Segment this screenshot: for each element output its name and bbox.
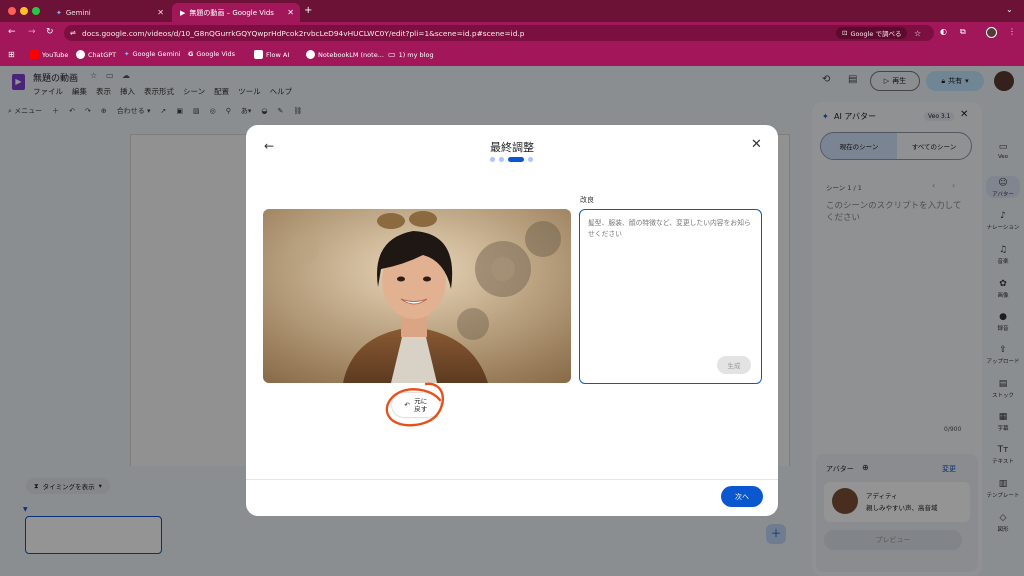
url-text: docs.google.com/videos/d/10_G8nQGurrkGQY… xyxy=(82,28,525,38)
bookmark-label: Flow AI xyxy=(266,50,290,59)
google-g-icon: G xyxy=(188,50,194,58)
bookmark-label: YouTube xyxy=(42,50,69,59)
bookmark-flow-ai[interactable]: Flow AI xyxy=(254,50,289,59)
bookmark-label: Google Gemini xyxy=(132,50,181,58)
dialog-title: 最終調整 xyxy=(490,141,534,154)
close-tab-icon[interactable]: ✕ xyxy=(287,8,294,17)
gemini-icon: ✦ xyxy=(124,50,130,58)
improve-textarea[interactable]: 髪型、服装、顔の特徴など、変更したい内容をお知らせください 生成 xyxy=(579,209,762,384)
bookmark-my-blog[interactable]: ▭ 1) my blog xyxy=(388,50,434,59)
avatar-preview-image xyxy=(263,209,571,383)
close-tab-icon[interactable]: ✕ xyxy=(157,8,164,17)
gemini-icon: ✦ xyxy=(56,8,62,17)
youtube-icon xyxy=(30,50,39,59)
bookmark-label: Google Vids xyxy=(196,50,235,58)
forward-arrow-icon[interactable]: → xyxy=(28,27,36,37)
dialog-divider xyxy=(246,479,778,480)
bookmark-label: 1) my blog xyxy=(398,50,434,59)
lens-icon: ⊡ xyxy=(842,29,848,37)
folder-icon: ▭ xyxy=(388,50,396,59)
google-search-chip[interactable]: ⊡ Google で調べる xyxy=(836,27,908,39)
bookmarks-bar: ⊞ YouTube ChatGPT ✦ Google Gemini G Google… xyxy=(0,44,1024,66)
site-info-icon[interactable]: ⇌ xyxy=(70,29,76,37)
puzzle-icon[interactable]: ⧉ xyxy=(960,27,966,37)
next-button[interactable]: 次へ xyxy=(721,486,763,507)
step-dot xyxy=(490,157,495,162)
tab-google-vids[interactable]: ▶ 無題の動画 – Google Vids ✕ xyxy=(172,3,300,22)
step-dot-active xyxy=(508,157,524,162)
bookmark-notebooklm[interactable]: NotebookLM (note... xyxy=(306,50,384,59)
tab-gemini[interactable]: ✦ Gemini ✕ xyxy=(48,3,170,22)
tab-label: 無題の動画 – Google Vids xyxy=(189,8,274,17)
bookmark-google-vids[interactable]: G Google Vids xyxy=(188,50,235,58)
new-tab-button[interactable]: + xyxy=(304,5,312,16)
generate-button[interactable]: 生成 xyxy=(717,356,751,374)
tab-search-icon[interactable]: ⌄ xyxy=(1006,5,1013,14)
search-chip-label: Google で調べる xyxy=(850,30,902,38)
maximize-window-button[interactable] xyxy=(32,7,40,15)
vids-icon: ▶ xyxy=(180,8,186,17)
step-dot xyxy=(499,157,504,162)
notebooklm-icon xyxy=(306,50,315,59)
profile-avatar[interactable] xyxy=(986,27,997,38)
bookmark-youtube[interactable]: YouTube xyxy=(30,50,68,59)
bookmark-google-gemini[interactable]: ✦ Google Gemini xyxy=(124,50,181,58)
step-indicator xyxy=(490,157,533,162)
improve-placeholder: 髪型、服装、顔の特徴など、変更したい内容をお知らせください xyxy=(588,219,751,238)
bookmark-star-icon[interactable]: ☆ xyxy=(914,29,921,38)
url-field[interactable]: ⇌ docs.google.com/videos/d/10_G8nQGurrkG… xyxy=(64,25,934,41)
final-adjust-dialog: ← 最終調整 ✕ ↶ 元に戻す 改良 髪型、服装、顔の特徴など、変更したい内容を… xyxy=(246,125,778,516)
tab-label: Gemini xyxy=(65,8,91,17)
kebab-menu-icon[interactable]: ⋮ xyxy=(1008,27,1016,36)
minimize-window-button[interactable] xyxy=(20,7,28,15)
reload-icon[interactable]: ↻ xyxy=(46,27,54,37)
chatgpt-icon xyxy=(76,50,85,59)
address-bar-row: ← → ↻ ⇌ docs.google.com/videos/d/10_G8nQ… xyxy=(0,22,1024,44)
bookmark-label: ChatGPT xyxy=(88,50,117,59)
highlight-circle-annotation xyxy=(385,382,445,427)
improve-label: 改良 xyxy=(580,196,594,204)
apps-grid-icon[interactable]: ⊞ xyxy=(8,50,15,59)
extension-icon[interactable]: ◐ xyxy=(940,27,947,36)
back-arrow-icon[interactable]: ← xyxy=(8,27,16,37)
close-window-button[interactable] xyxy=(8,7,16,15)
bookmark-label: NotebookLM (note... xyxy=(318,50,384,59)
close-icon[interactable]: ✕ xyxy=(751,137,762,152)
bookmark-chatgpt[interactable]: ChatGPT xyxy=(76,50,116,59)
avatar-photo-illustration xyxy=(263,209,571,383)
browser-tab-bar: ✦ Gemini ✕ ▶ 無題の動画 – Google Vids ✕ + ⌄ xyxy=(0,0,1024,22)
step-dot xyxy=(528,157,533,162)
flow-icon xyxy=(254,50,263,59)
